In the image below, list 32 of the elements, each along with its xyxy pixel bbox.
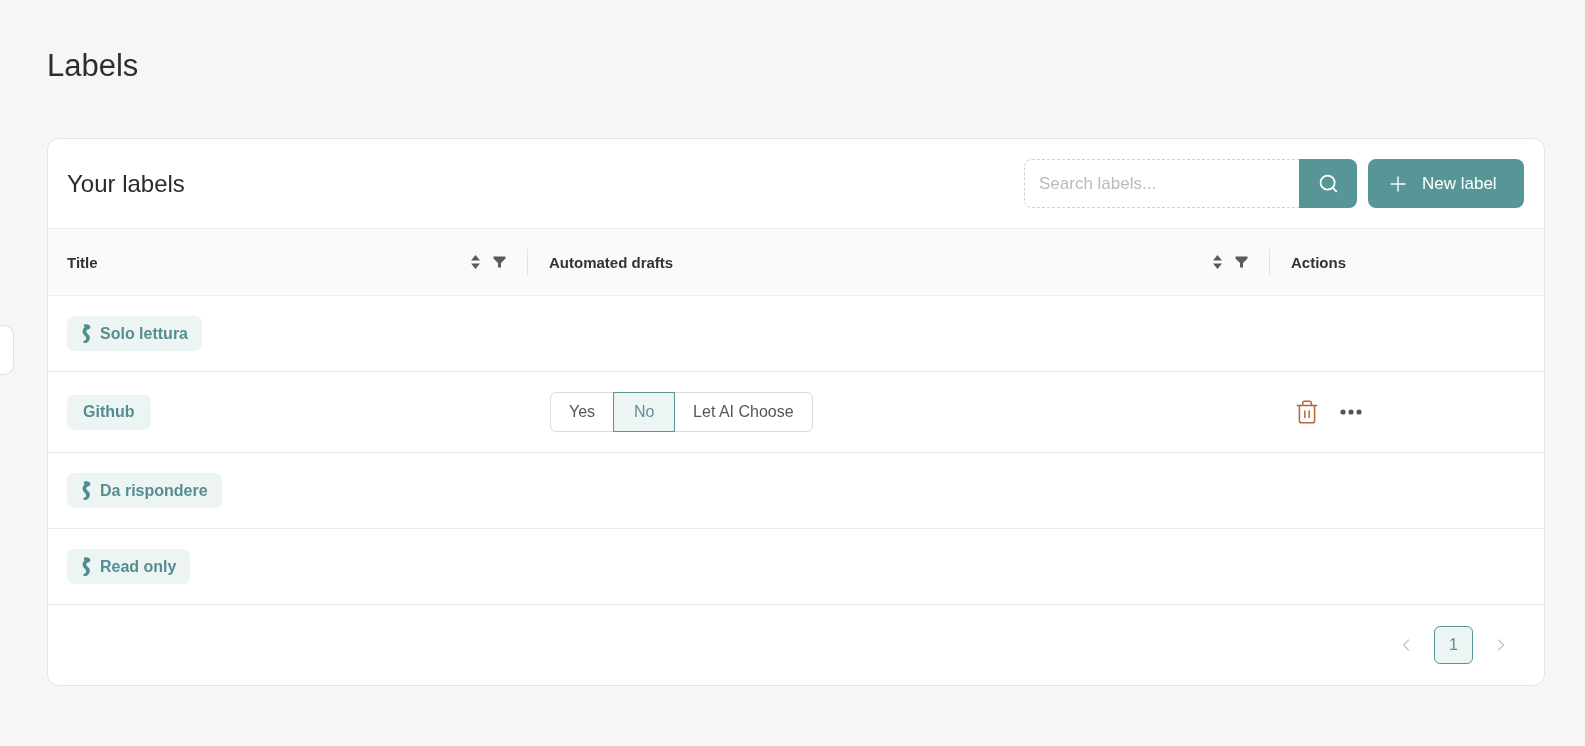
new-label-button[interactable]: New label [1368,159,1524,208]
label-title: Solo lettura [100,324,188,343]
option-button[interactable]: No [613,392,676,432]
sort-icon[interactable] [1212,254,1223,270]
filter-icon[interactable] [1235,256,1248,268]
label-title: Da rispondere [100,481,208,500]
page-button[interactable]: 1 [1434,626,1473,664]
seahorse-icon [81,556,92,577]
ellipsis-icon [1340,409,1362,415]
search-icon [1317,173,1339,194]
seahorse-icon [81,480,92,501]
option-button[interactable]: Yes [550,392,615,432]
search-field[interactable]: Search labels... [1024,159,1299,208]
delete-button[interactable] [1294,399,1320,425]
label-tag[interactable]: Github [67,394,151,430]
card-title: Your labels [67,168,185,199]
label-tag[interactable]: Read only [67,549,191,584]
filter-icon[interactable] [493,256,506,268]
search-button[interactable] [1299,159,1357,208]
column-header[interactable]: Title [48,229,528,295]
label-tag[interactable]: Solo lettura [67,316,202,351]
sort-icon[interactable] [470,254,481,270]
column-header: Actions [1290,252,1347,273]
column-header[interactable]: Automated drafts [528,229,1270,295]
option-button[interactable]: Let AI Choose [674,392,813,432]
page-title: Labels [47,47,139,85]
trash-icon [1294,399,1320,425]
seahorse-icon [81,323,92,344]
label-tag[interactable]: Da rispondere [67,473,222,508]
more-button[interactable] [1340,409,1362,415]
label-title: Github [83,403,135,421]
label-title: Read only [100,557,177,576]
